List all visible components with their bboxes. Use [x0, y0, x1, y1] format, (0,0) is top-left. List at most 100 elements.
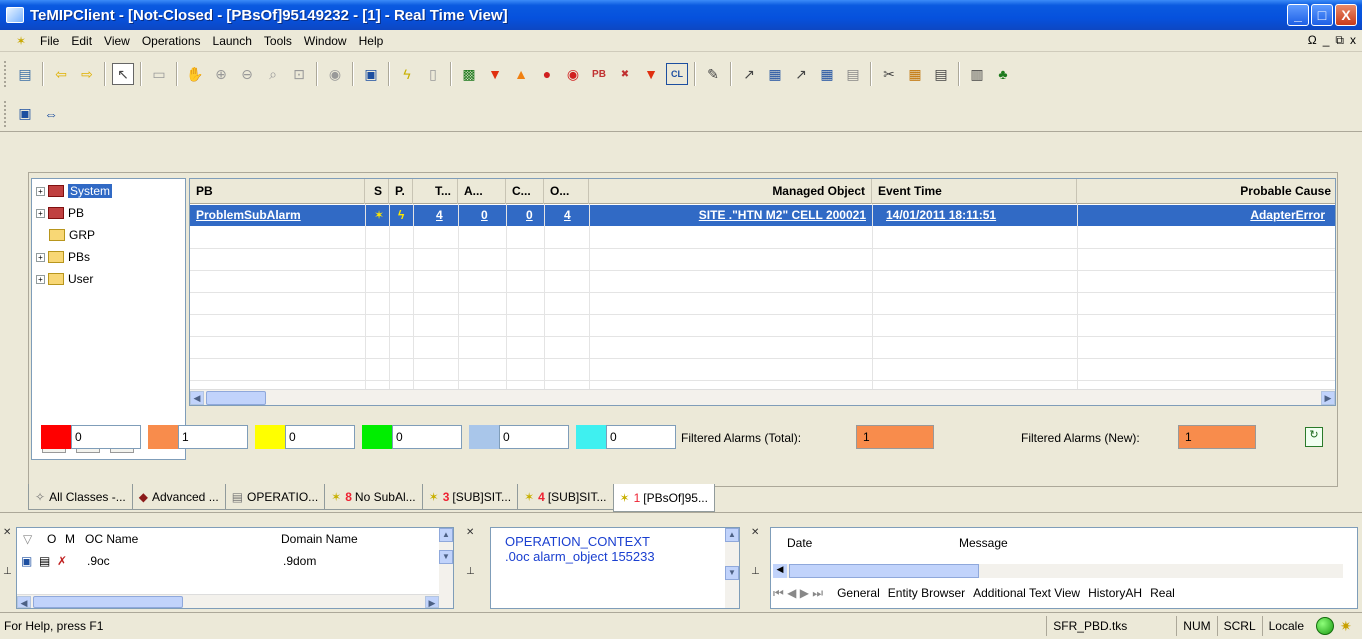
- cell-pb[interactable]: ProblemSubAlarm: [190, 205, 365, 226]
- pointer-icon[interactable]: ↖: [112, 63, 134, 85]
- scroll-right-icon[interactable]: ▶: [1321, 391, 1335, 405]
- scroll-up-icon[interactable]: ▲: [439, 528, 453, 542]
- filter-icon[interactable]: ▼: [640, 63, 662, 85]
- column-header-probable-cause[interactable]: Probable Cause: [1077, 179, 1335, 204]
- menu-file[interactable]: File: [34, 34, 65, 48]
- menu-help[interactable]: Help: [353, 34, 390, 48]
- context-vertical-scrollbar[interactable]: ▲ ▼: [725, 528, 739, 608]
- log-column-date[interactable]: Date: [787, 536, 812, 550]
- filter-icon[interactable]: ▽: [23, 532, 32, 546]
- tool-icon[interactable]: ✂: [878, 63, 900, 85]
- acknowledge-icon[interactable]: ●: [536, 63, 558, 85]
- alarm-table[interactable]: PB S P. T... A... C... O... Managed Obje…: [189, 178, 1336, 406]
- zoom-in-icon[interactable]: ⊕: [210, 63, 232, 85]
- toolbar-grip-2[interactable]: [4, 100, 8, 127]
- tab-no-subal[interactable]: ✶ 8 No SubAl...: [324, 484, 423, 510]
- tree-node-grp[interactable]: GRP: [49, 225, 95, 245]
- mdi-restore-button[interactable]: ⧉: [1335, 33, 1344, 48]
- mdi-minimize-button[interactable]: _: [1323, 33, 1330, 48]
- cell-o[interactable]: 4: [558, 205, 586, 226]
- tab-historyah[interactable]: HistoryAH: [1084, 586, 1146, 600]
- menu-view[interactable]: View: [98, 34, 136, 48]
- menu-window[interactable]: Window: [298, 34, 353, 48]
- log-column-message[interactable]: Message: [959, 536, 1008, 550]
- cell-managed-object[interactable]: SITE ."HTN M2" CELL 200021: [589, 205, 872, 226]
- tab-additional-text-view[interactable]: Additional Text View: [969, 586, 1084, 600]
- select-rect-icon[interactable]: ▭: [148, 63, 170, 85]
- minimize-button[interactable]: _: [1287, 4, 1309, 26]
- close-button[interactable]: X: [1335, 4, 1357, 26]
- log-panel[interactable]: Date Message ◀ ⏮ ◀ ▶ ⏭ General Entity Br…: [770, 527, 1358, 609]
- tree-node-pbs[interactable]: + PBs: [36, 247, 90, 267]
- zoom-rect-icon[interactable]: ⌕: [262, 63, 284, 85]
- scroll-thumb[interactable]: [789, 564, 979, 578]
- document-icon[interactable]: ▤: [930, 63, 952, 85]
- pin-icon[interactable]: ⊥: [466, 566, 478, 577]
- pin-icon[interactable]: ⊥: [751, 566, 763, 577]
- tree-node-user[interactable]: + User: [36, 269, 93, 289]
- back-arrow-icon[interactable]: ⇦: [50, 63, 72, 85]
- zoom-out-icon[interactable]: ⊖: [236, 63, 258, 85]
- cell-probable-cause[interactable]: AdapterError: [1077, 205, 1331, 226]
- tab-subsit-4[interactable]: ✶ 4 [SUB]SIT...: [517, 484, 614, 510]
- scroll-left-icon[interactable]: ◀: [190, 391, 204, 405]
- alarm-view-icon[interactable]: ▩: [458, 63, 480, 85]
- tab-nav-icon[interactable]: ⏮ ◀ ▶ ⏭: [773, 586, 823, 601]
- tab-advanced[interactable]: ◆ Advanced ...: [131, 484, 226, 510]
- expand-icon[interactable]: +: [36, 274, 45, 284]
- unacknowledge-icon[interactable]: ◉: [562, 63, 584, 85]
- pan-icon[interactable]: ✋: [184, 63, 206, 85]
- column-header-o[interactable]: O...: [544, 179, 589, 204]
- filter-red-icon[interactable]: ▼: [484, 63, 506, 85]
- cli-icon[interactable]: CL: [666, 63, 688, 85]
- scroll-left-icon[interactable]: ◀: [773, 564, 787, 578]
- lightning-icon[interactable]: ϟ: [396, 63, 418, 85]
- toolbar-grip[interactable]: [4, 61, 8, 87]
- fit-icon[interactable]: ⊡: [288, 63, 310, 85]
- tree-node-pb[interactable]: + PB: [36, 203, 84, 223]
- close-icon[interactable]: ✕: [3, 527, 15, 538]
- pb-cross-icon[interactable]: ✖: [614, 63, 636, 85]
- open-icon[interactable]: ▤: [14, 63, 36, 85]
- list-icon[interactable]: ▤: [842, 63, 864, 85]
- column-header-c[interactable]: C...: [506, 179, 544, 204]
- column-header-managed-object[interactable]: Managed Object: [589, 179, 872, 204]
- cell-event-time[interactable]: 14/01/2011 18:11:51: [880, 205, 1075, 226]
- oc-horizontal-scrollbar[interactable]: ◀ ▶: [17, 594, 453, 608]
- expand-icon[interactable]: +: [36, 252, 45, 262]
- pin-icon[interactable]: ⊥: [3, 566, 15, 577]
- bell-icon[interactable]: ♣: [992, 63, 1014, 85]
- filter-orange-icon[interactable]: ▲: [510, 63, 532, 85]
- deescalate-icon[interactable]: ↗: [790, 63, 812, 85]
- column-header-p[interactable]: P.: [389, 179, 413, 204]
- expand-icon[interactable]: +: [36, 186, 45, 196]
- log-horizontal-scrollbar[interactable]: ◀: [773, 564, 1343, 578]
- network-icon[interactable]: ▦: [904, 63, 926, 85]
- battery-icon[interactable]: ▯: [422, 63, 444, 85]
- context-info-panel[interactable]: OPERATION_CONTEXT .0oc alarm_object 1552…: [490, 527, 740, 609]
- close-icon[interactable]: ✕: [751, 527, 763, 538]
- domain-tree[interactable]: + System + PB GRP + PBs + User: [31, 178, 186, 460]
- tab-real[interactable]: Real: [1146, 586, 1179, 600]
- report-icon[interactable]: ▥: [966, 63, 988, 85]
- tab-subsit-3[interactable]: ✶ 3 [SUB]SIT...: [421, 484, 519, 510]
- menu-launch[interactable]: Launch: [207, 34, 258, 48]
- scroll-thumb[interactable]: [206, 391, 266, 405]
- mdi-help-button[interactable]: Ω: [1308, 33, 1317, 48]
- tree-node-system[interactable]: + System: [36, 181, 113, 201]
- scroll-down-icon[interactable]: ▼: [439, 550, 453, 564]
- column-header-event-time[interactable]: Event Time: [872, 179, 1077, 204]
- column-header-a[interactable]: A...: [458, 179, 506, 204]
- expand-icon[interactable]: +: [36, 208, 45, 218]
- scroll-down-icon[interactable]: ▼: [725, 566, 739, 580]
- maximize-button[interactable]: □: [1311, 4, 1333, 26]
- tab-general[interactable]: General: [833, 586, 884, 600]
- properties-icon[interactable]: ✎: [702, 63, 724, 85]
- escalate-icon[interactable]: ↗: [738, 63, 760, 85]
- refresh-icon[interactable]: ↻: [1305, 427, 1323, 447]
- close-icon[interactable]: ✕: [466, 527, 478, 538]
- scroll-left-icon[interactable]: ◀: [17, 596, 31, 608]
- tab-all-classes[interactable]: ✧ All Classes -...: [28, 484, 133, 510]
- tab-entity-browser[interactable]: Entity Browser: [884, 586, 969, 600]
- oc-vertical-scrollbar[interactable]: ▲ ▼: [439, 528, 453, 608]
